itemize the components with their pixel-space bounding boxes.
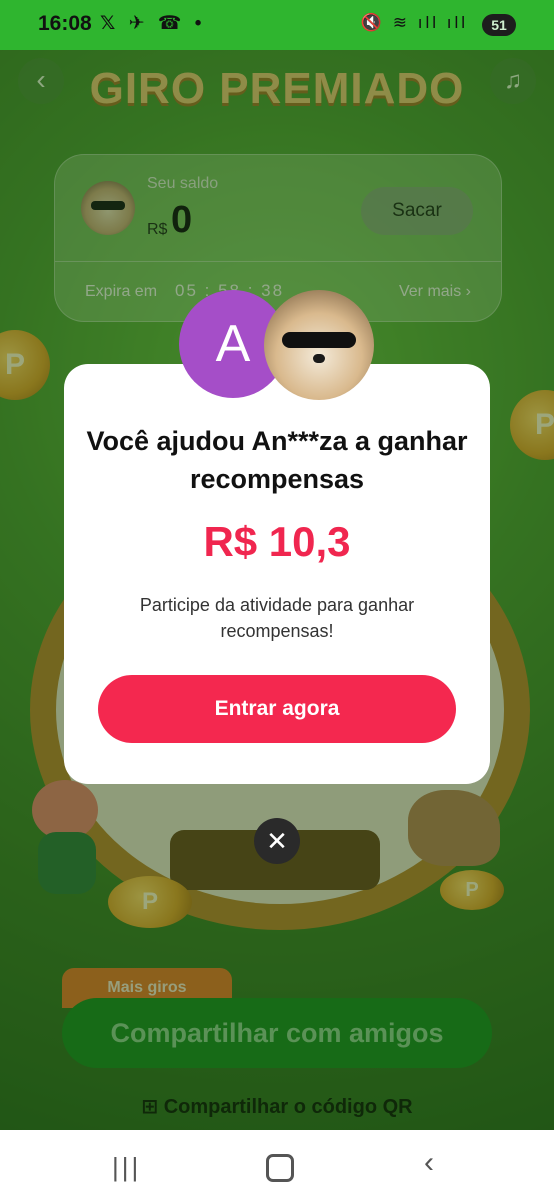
back-icon[interactable]: ‹: [424, 1146, 434, 1180]
enter-now-button[interactable]: Entrar agora: [98, 675, 456, 743]
modal-title: Você ajudou An***za a ganhar recompensas: [86, 426, 468, 494]
recent-apps-icon[interactable]: |||: [112, 1152, 141, 1183]
reward-modal: Você ajudou An***za a ganhar recompensas…: [64, 364, 490, 784]
close-icon[interactable]: ✕: [254, 818, 300, 864]
reward-amount: R$ 10,3: [203, 518, 351, 565]
signal-wifi-icons: 🔇 ≋ ıll ıll: [360, 13, 468, 32]
user-avatar: [264, 290, 374, 400]
battery-icon: 51: [482, 14, 516, 36]
modal-subtitle: Participe da atividade para ganhar recom…: [139, 595, 415, 641]
notification-icons: 𝕏 ✈ ☎ •: [100, 13, 206, 34]
home-icon[interactable]: [266, 1154, 294, 1182]
status-time: 16:08: [38, 12, 92, 35]
status-bar: 16:08 𝕏 ✈ ☎ • 🔇 ≋ ıll ıll 51: [0, 0, 554, 50]
system-nav-bar: ||| ‹: [0, 1130, 554, 1200]
